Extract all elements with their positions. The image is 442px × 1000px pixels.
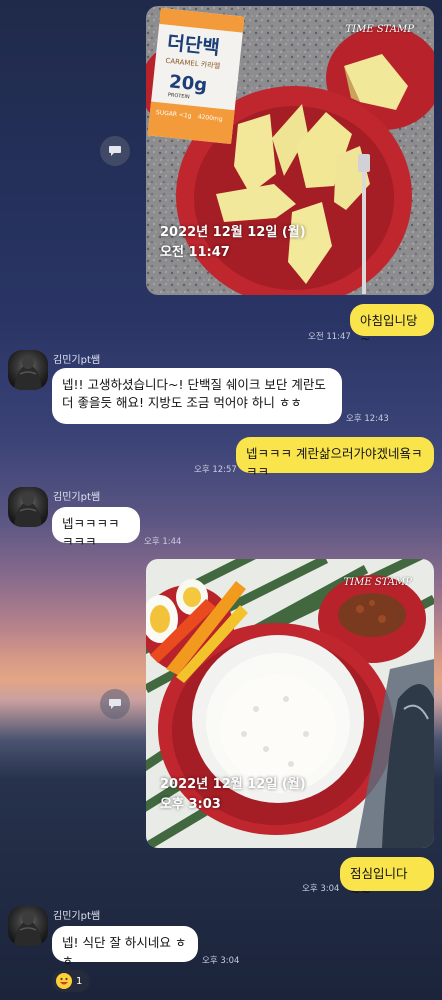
lunch-photo[interactable]: TIME STAMP 2022년 12월 12일 (월) 오후 3:03	[146, 559, 434, 848]
avatar-image	[14, 355, 42, 390]
photo-time: 오전 11:47	[160, 245, 230, 260]
their-message-bubble[interactable]: 넵! 식단 잘 하시네요 ㅎㅎ	[52, 926, 198, 968]
grinning-face-emoji-icon	[56, 973, 72, 989]
reaction-count: 1	[76, 975, 83, 987]
message-text: 점심입니다~~	[350, 866, 408, 899]
message-time: 오후 12:57	[194, 465, 237, 475]
photo-time: 오후 3:03	[160, 797, 221, 812]
message-time: 오후 3:04	[202, 956, 240, 966]
message-text: 아침입니당~	[360, 313, 418, 346]
message-text: 넵ㅋㅋㅋ 계란삶으러가야겠네욬ㅋㅋㅋ	[246, 446, 423, 479]
message-text: 넵ㅋㅋㅋㅋㅋㅋㅋ	[62, 516, 120, 549]
share-icon	[109, 699, 121, 709]
message-time: 오후 3:04	[302, 884, 340, 894]
my-message-bubble[interactable]: 점심입니다~~	[340, 857, 434, 899]
avatar[interactable]	[8, 487, 48, 527]
message-time: 오후 1:44	[144, 537, 182, 547]
my-message-bubble[interactable]: 아침입니당~	[350, 304, 434, 346]
share-icon	[109, 146, 121, 156]
my-message-bubble[interactable]: 넵ㅋㅋㅋ 계란삶으러가야겠네욬ㅋㅋㅋ	[236, 437, 434, 479]
sender-name: 김민기pt쌤	[53, 911, 101, 922]
avatar[interactable]	[8, 350, 48, 390]
their-message-bubble[interactable]: 넵ㅋㅋㅋㅋㅋㅋㅋ	[52, 507, 140, 549]
message-text: 넵! 식단 잘 하시네요 ㅎㅎ	[62, 935, 187, 968]
share-button[interactable]	[100, 136, 130, 166]
timestamp-brand: TIME STAMP	[343, 577, 412, 588]
timestamp-brand: TIME STAMP	[345, 24, 414, 35]
message-time: 오전 11:47	[308, 332, 351, 342]
photo-date: 2022년 12월 12일 (월)	[160, 225, 306, 240]
sender-name: 김민기pt쌤	[53, 355, 101, 366]
avatar[interactable]	[8, 906, 48, 946]
reaction-badge[interactable]: 1	[52, 970, 91, 992]
message-text: 넵!! 고생하셨습니다~! 단백질 쉐이크 보단 계란도 더 좋을듯 해요! 지…	[62, 377, 326, 410]
breakfast-photo[interactable]: 더단백 CARAMEL 카라멜 20g PROTEIN SUGAR <1g 42…	[146, 6, 434, 295]
avatar-image	[14, 492, 42, 527]
message-time: 오후 12:43	[346, 414, 389, 424]
sender-name: 김민기pt쌤	[53, 492, 101, 503]
share-button[interactable]	[100, 689, 130, 719]
photo-date: 2022년 12월 12일 (월)	[160, 777, 306, 792]
their-message-bubble[interactable]: 넵!! 고생하셨습니다~! 단백질 쉐이크 보단 계란도 더 좋을듯 해요! 지…	[52, 368, 342, 424]
avatar-image	[14, 911, 42, 946]
